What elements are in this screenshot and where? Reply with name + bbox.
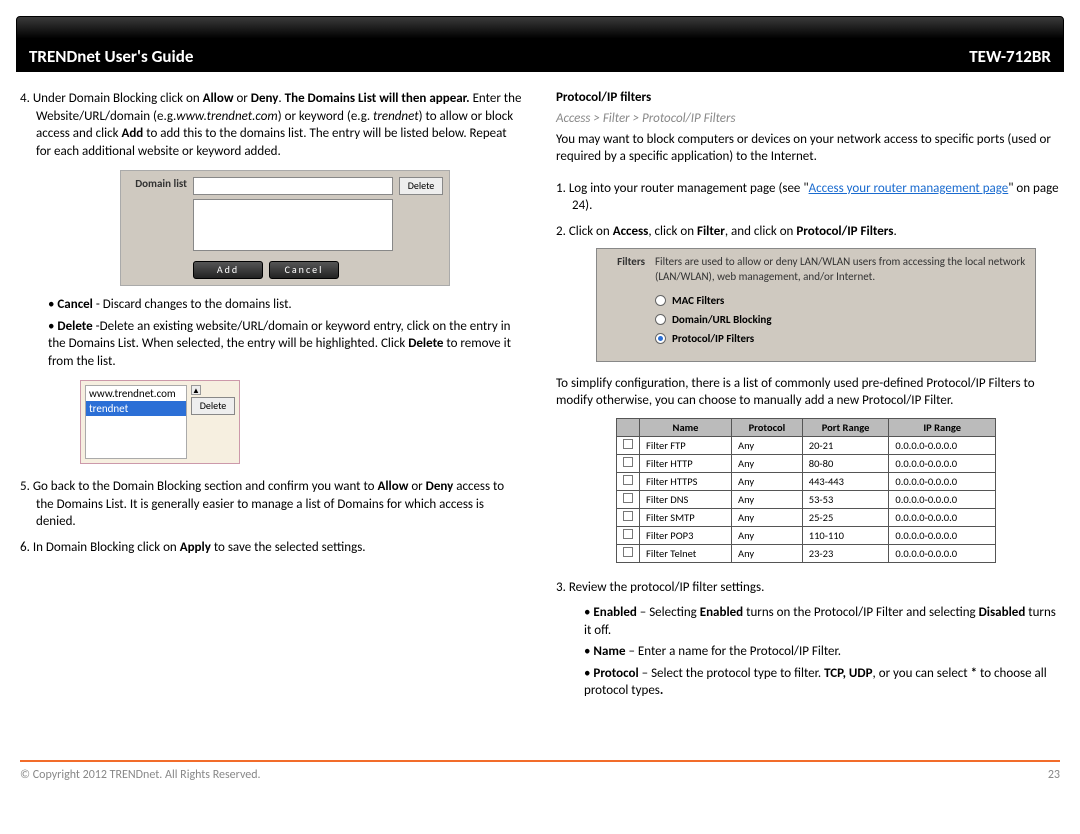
list-item[interactable]: www.trendnet.com (86, 386, 186, 401)
checkbox[interactable] (623, 547, 633, 557)
table-row: Filter DNSAny53-530.0.0.0-0.0.0.0 (617, 490, 996, 508)
mid-text: To simplify configuration, there is a li… (556, 376, 1060, 410)
delete-button[interactable]: Delete (191, 397, 235, 415)
settings-list: Enabled – Selecting Enabled turns on the… (584, 604, 1060, 700)
cancel-delete-list: Cancel - Discard changes to the domains … (48, 296, 524, 370)
table-row: Filter HTTPAny80-800.0.0.0-0.0.0.0 (617, 454, 996, 472)
checkbox[interactable] (623, 439, 633, 449)
checkbox[interactable] (623, 457, 633, 467)
scroll-up-icon[interactable]: ▲ (191, 385, 201, 395)
add-button[interactable]: Add (193, 261, 263, 279)
step-3: Review the protocol/IP filter settings. (556, 579, 1060, 597)
checkbox[interactable] (623, 511, 633, 521)
checkbox[interactable] (623, 493, 633, 503)
domain-list-area[interactable] (193, 199, 393, 251)
table-row: Filter POP3Any110-1100.0.0.0-0.0.0.0 (617, 526, 996, 544)
filters-label: Filters (597, 249, 651, 361)
table-row: Filter HTTPSAny443-4430.0.0.0-0.0.0.0 (617, 472, 996, 490)
table-row: Filter SMTPAny25-250.0.0.0-0.0.0.0 (617, 508, 996, 526)
domain-input[interactable] (193, 177, 393, 195)
delete-button[interactable]: Delete (399, 177, 443, 195)
radio-icon-selected (655, 333, 666, 344)
section-title: Protocol/IP filters (556, 90, 1060, 107)
page-number: 23 (1048, 768, 1060, 782)
domain-list-panel: Domain list Delete Add Cancel (120, 170, 450, 286)
filters-description: Filters are used to allow or deny LAN/WL… (655, 255, 1029, 284)
footer-rule (20, 760, 1060, 762)
checkbox[interactable] (623, 475, 633, 485)
radio-icon (655, 314, 666, 325)
right-column: Protocol/IP filters Access > Filter > Pr… (556, 90, 1060, 710)
selection-panel: www.trendnet.com trendnet ▲ Delete (80, 380, 240, 464)
filters-panel: Filters Filters are used to allow or den… (596, 248, 1036, 362)
table-row: Filter TelnetAny23-230.0.0.0-0.0.0.0 (617, 544, 996, 562)
step-2: Click on Access, click on Filter, and cl… (556, 223, 1060, 241)
content-columns: Under Domain Blocking click on Allow or … (0, 72, 1080, 720)
guide-title: TRENDnet User's Guide (29, 46, 193, 67)
page-footer: © Copyright 2012 TRENDnet. All Rights Re… (0, 768, 1080, 798)
table-row: Filter FTPAny20-210.0.0.0-0.0.0.0 (617, 436, 996, 454)
model-number: TEW-712BR (969, 46, 1051, 67)
step-6: In Domain Blocking click on Apply to sav… (20, 539, 524, 557)
breadcrumb: Access > Filter > Protocol/IP Filters (556, 111, 1060, 128)
radio-icon (655, 295, 666, 306)
copyright: © Copyright 2012 TRENDnet. All Rights Re… (20, 768, 261, 782)
left-column: Under Domain Blocking click on Allow or … (20, 90, 524, 710)
cancel-button[interactable]: Cancel (269, 261, 339, 279)
checkbox[interactable] (623, 529, 633, 539)
step-1: Log into your router management page (se… (556, 180, 1060, 215)
protocol-table: Name Protocol Port Range IP Range Filter… (616, 418, 996, 563)
intro-text: You may want to block computers or devic… (556, 132, 1060, 166)
selection-list[interactable]: www.trendnet.com trendnet (85, 385, 187, 459)
page-header: TRENDnet User's Guide TEW-712BR (16, 16, 1064, 72)
protocol-ip-option[interactable]: Protocol/IP Filters (655, 332, 1029, 345)
domain-list-label: Domain list (127, 177, 187, 190)
domain-blocking-option[interactable]: Domain/URL Blocking (655, 313, 1029, 326)
step-4: Under Domain Blocking click on Allow or … (20, 90, 524, 160)
list-item-selected[interactable]: trendnet (86, 401, 186, 416)
step-5: Go back to the Domain Blocking section a… (20, 478, 524, 531)
management-page-link[interactable]: Access your router management page (809, 181, 1009, 196)
mac-filters-option[interactable]: MAC Filters (655, 294, 1029, 307)
